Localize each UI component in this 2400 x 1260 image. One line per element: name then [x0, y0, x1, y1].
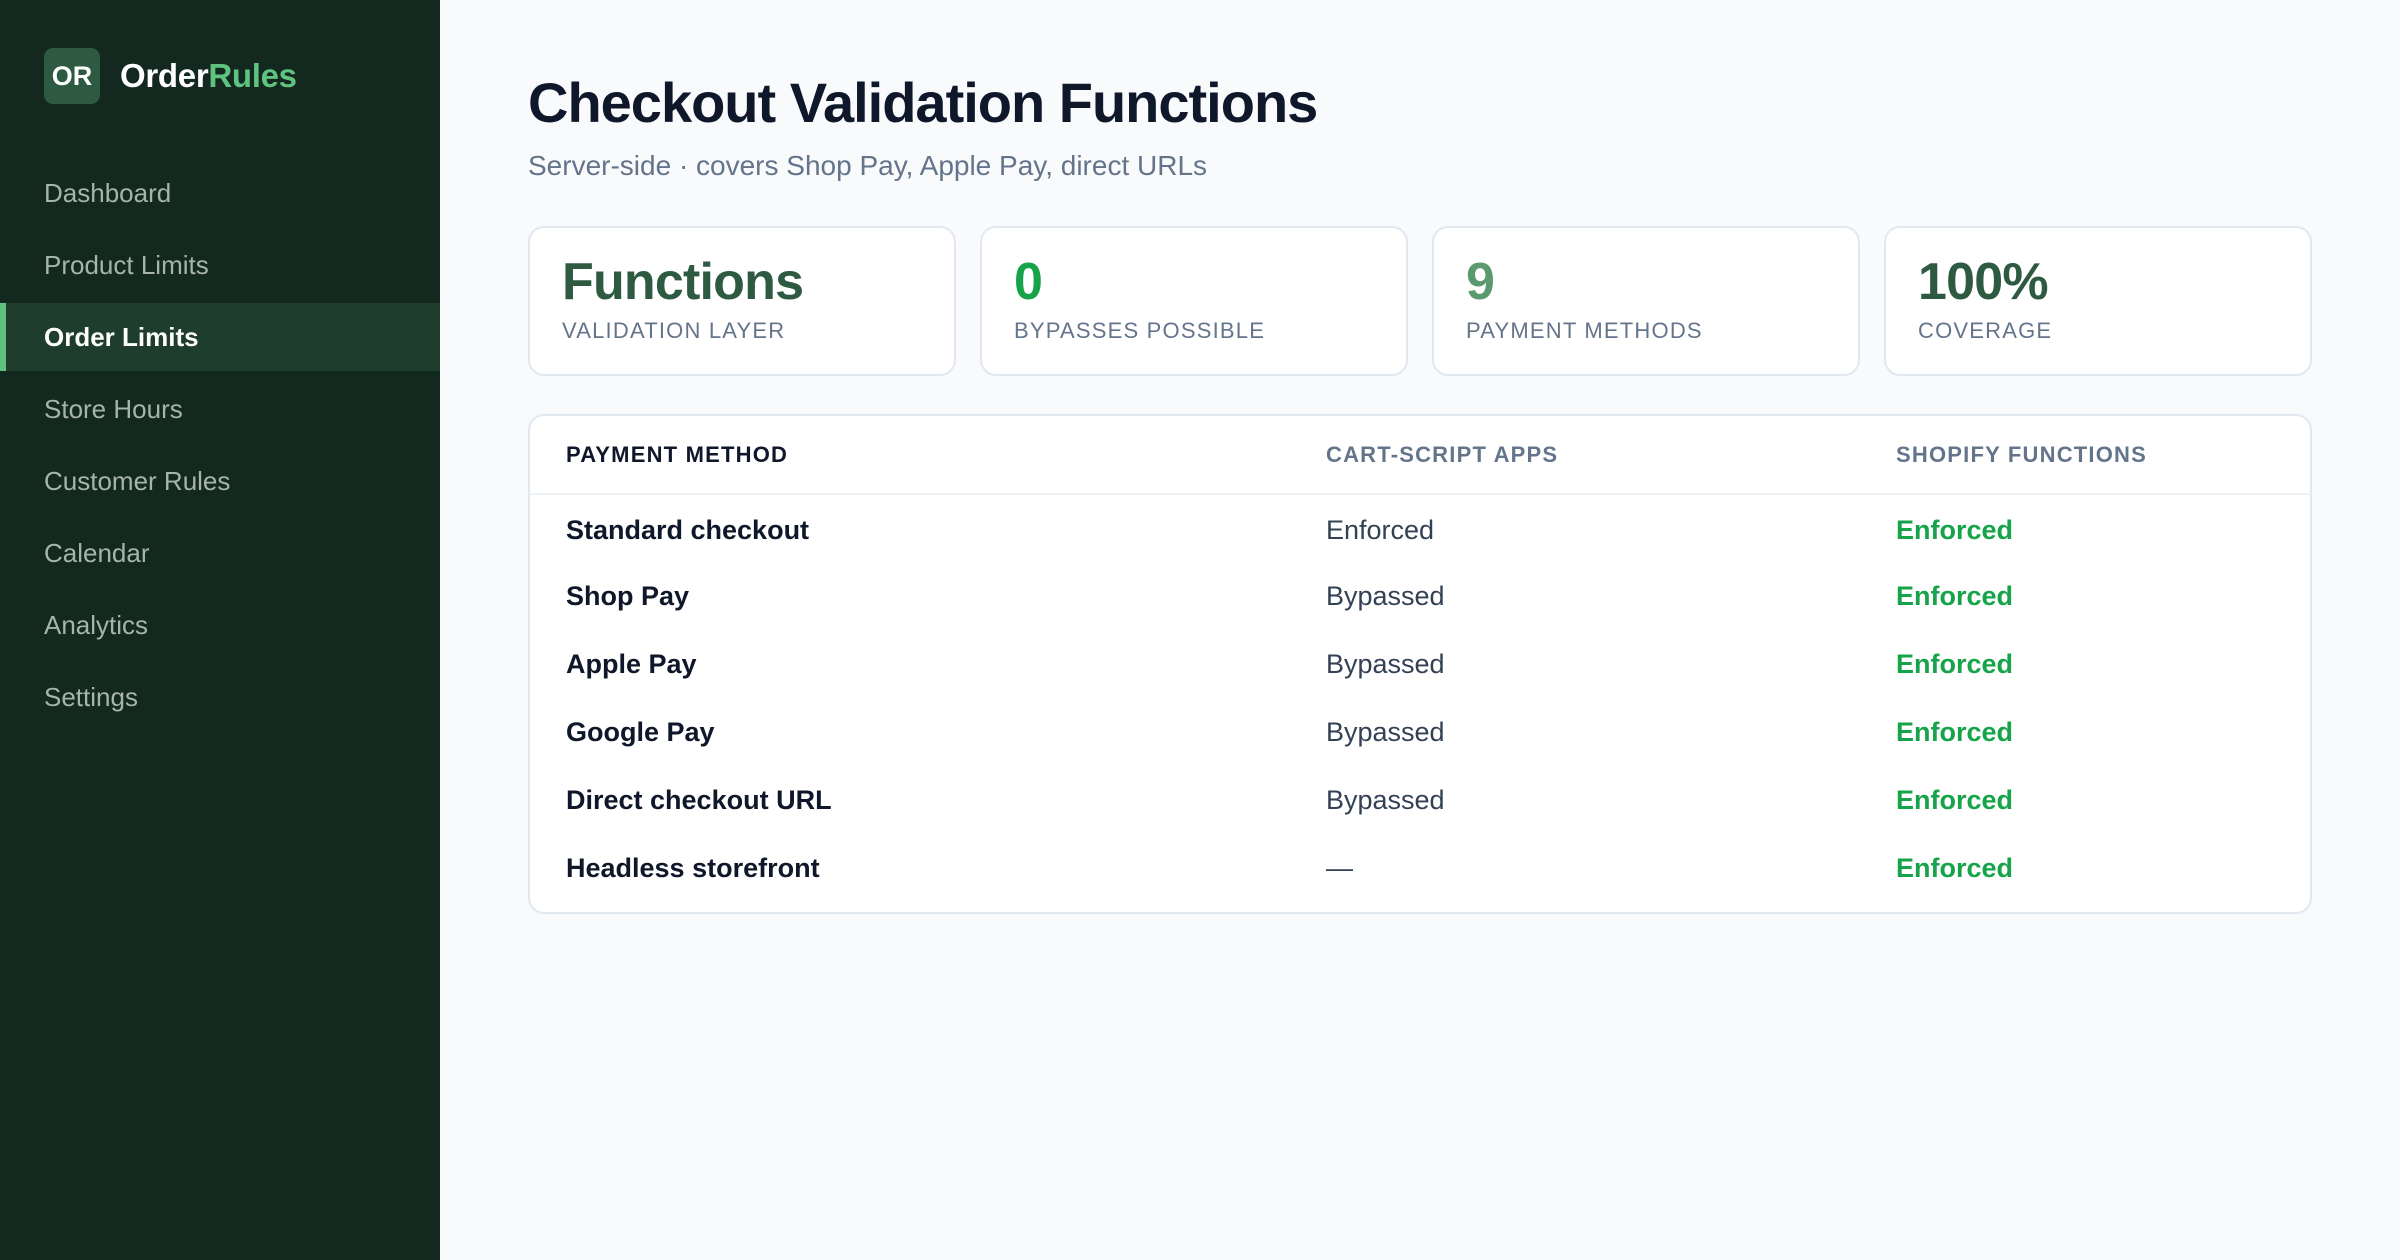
cart-script-status-cell: — [1326, 852, 1353, 883]
stat-value: 9 [1466, 253, 1495, 311]
brand[interactable]: OR OrderRules [44, 48, 297, 104]
stat-card-coverage: 100% Coverage [1884, 226, 2312, 376]
page-subtitle: Server-side · covers Shop Pay, Apple Pay… [528, 150, 1208, 181]
stats-row: Functions Validation layer 0 Bypasses po… [528, 226, 2312, 376]
stat-value: Functions [562, 253, 804, 311]
cart-script-status-cell: Bypassed [1326, 784, 1445, 815]
brand-name: OrderRules [120, 57, 297, 95]
functions-status-cell: Enforced [1896, 852, 2014, 883]
stat-label: Validation layer [562, 318, 786, 343]
column-header-shopify-functions: SHOPIFY FUNCTIONS [1860, 416, 2310, 495]
stat-label: Bypasses possible [1014, 318, 1266, 343]
column-header-payment-method: PAYMENT METHOD [530, 416, 1290, 495]
sidebar-item-calendar[interactable]: Calendar [0, 519, 440, 587]
table-row: Shop Pay Bypassed Enforced [530, 562, 2310, 630]
sidebar-item-customer-rules[interactable]: Customer Rules [0, 447, 440, 515]
payment-method-cell: Direct checkout URL [566, 784, 832, 815]
table-header-row: PAYMENT METHOD CART-SCRIPT APPS SHOPIFY … [530, 416, 2310, 495]
functions-status-cell: Enforced [1896, 515, 2014, 545]
page-title: Checkout Validation Functions [528, 71, 1318, 134]
table-row: Headless storefront — Enforced [530, 834, 2310, 912]
payment-method-cell: Shop Pay [566, 580, 690, 611]
brand-name-accent: Rules [208, 57, 297, 94]
cart-script-status-cell: Bypassed [1326, 648, 1445, 679]
table-row: Google Pay Bypassed Enforced [530, 698, 2310, 766]
stat-value: 0 [1014, 253, 1043, 311]
brand-logo-badge: OR [44, 48, 100, 104]
stat-value: 100% [1918, 253, 2049, 311]
cart-script-status-cell: Bypassed [1326, 716, 1445, 747]
payment-method-cell: Headless storefront [566, 852, 820, 883]
table-row: Apple Pay Bypassed Enforced [530, 630, 2310, 698]
stat-label: Coverage [1918, 318, 2053, 343]
sidebar-item-analytics[interactable]: Analytics [0, 591, 440, 659]
payment-method-cell: Standard checkout [566, 515, 810, 545]
app-shell: OR OrderRules Dashboard Product Limits O… [0, 0, 2400, 1260]
functions-status-cell: Enforced [1896, 580, 2014, 611]
payment-method-cell: Google Pay [566, 716, 715, 747]
brand-name-primary: Order [120, 57, 209, 94]
main-content: Checkout Validation Functions Server-sid… [440, 0, 2400, 1260]
sidebar-item-dashboard[interactable]: Dashboard [0, 159, 440, 227]
sidebar: OR OrderRules Dashboard Product Limits O… [0, 0, 440, 1260]
sidebar-item-settings[interactable]: Settings [0, 663, 440, 731]
sidebar-nav: Dashboard Product Limits Order Limits St… [0, 159, 440, 735]
stat-card-validation-layer: Functions Validation layer [528, 226, 956, 376]
stat-card-payment-methods: 9 Payment methods [1432, 226, 1860, 376]
functions-status-cell: Enforced [1896, 716, 2014, 747]
sidebar-item-product-limits[interactable]: Product Limits [0, 231, 440, 299]
payment-coverage-table-card: PAYMENT METHOD CART-SCRIPT APPS SHOPIFY … [528, 414, 2312, 914]
functions-status-cell: Enforced [1896, 648, 2014, 679]
sidebar-item-store-hours[interactable]: Store Hours [0, 375, 440, 443]
table-row: Direct checkout URL Bypassed Enforced [530, 766, 2310, 834]
functions-status-cell: Enforced [1896, 784, 2014, 815]
stat-card-bypasses-possible: 0 Bypasses possible [980, 226, 1408, 376]
cart-script-status-cell: Bypassed [1326, 580, 1445, 611]
stat-label: Payment methods [1466, 318, 1703, 343]
payment-method-cell: Apple Pay [566, 648, 697, 679]
cart-script-status-cell: Enforced [1326, 515, 1435, 545]
column-header-cart-script-apps: CART-SCRIPT APPS [1290, 416, 1860, 495]
table-row: Standard checkout Enforced Enforced [530, 494, 2310, 562]
payment-coverage-table: PAYMENT METHOD CART-SCRIPT APPS SHOPIFY … [530, 416, 2310, 912]
sidebar-item-order-limits[interactable]: Order Limits [0, 303, 440, 371]
